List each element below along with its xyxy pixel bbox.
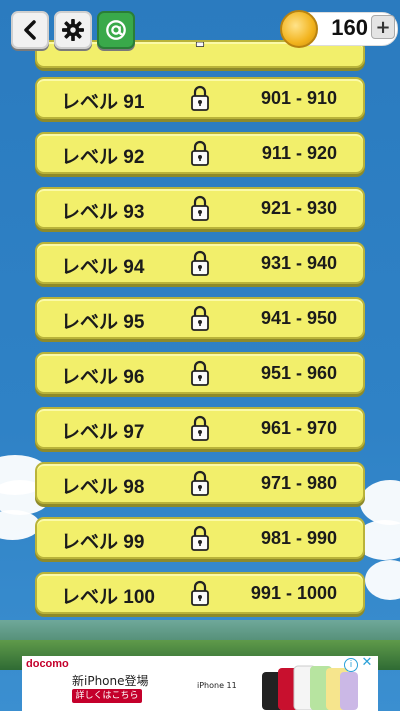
level-row[interactable]: レベル 98 971 - 980 xyxy=(35,462,365,504)
level-name: レベル 93 xyxy=(61,202,145,223)
level-row[interactable]: レベル 94 931 - 940 xyxy=(35,242,365,284)
level-row[interactable]: レベル 100 991 - 1000 xyxy=(35,572,365,614)
level-row[interactable]: レベル 92 911 - 920 xyxy=(35,132,365,174)
back-button[interactable] xyxy=(11,11,49,49)
level-name: レベル 100 xyxy=(61,587,155,608)
gear-icon xyxy=(62,19,84,41)
level-range: 991 - 1000 xyxy=(250,583,337,603)
level-row[interactable]: レベル 96 951 - 960 xyxy=(35,352,365,394)
level-name: レベル 92 xyxy=(61,147,145,168)
lock-icon xyxy=(191,305,209,331)
settings-button[interactable] xyxy=(54,11,92,49)
at-icon xyxy=(106,20,126,40)
level-row[interactable]: レベル 95 941 - 950 xyxy=(35,297,365,339)
lock-icon xyxy=(191,140,209,166)
level-name: レベル 95 xyxy=(61,312,145,333)
level-range: 971 - 980 xyxy=(260,473,337,493)
ad-headline: 新iPhone登場 xyxy=(72,674,149,688)
level-row[interactable]: レベル 93 921 - 930 xyxy=(35,187,365,229)
ad-banner[interactable]: docomo 新iPhone登場 詳しくはこちら iPhone 11 i ✕ xyxy=(22,656,378,711)
level-name: レベル 94 xyxy=(61,257,145,278)
coin-count: 160 xyxy=(331,15,368,40)
level-row[interactable]: レベル 99 981 - 990 xyxy=(35,517,365,559)
level-range: 981 - 990 xyxy=(260,528,337,548)
info-icon[interactable]: i xyxy=(344,658,358,672)
level-range: 961 - 970 xyxy=(260,418,337,438)
lock-icon xyxy=(191,195,209,221)
chevron-left-icon xyxy=(24,20,36,40)
lock-icon xyxy=(191,525,209,551)
level-name: レベル 97 xyxy=(61,422,145,443)
level-row[interactable]: レベル 91 901 - 910 xyxy=(35,77,365,119)
level-name: レベル 96 xyxy=(61,367,145,388)
coin-icon xyxy=(280,10,318,48)
lock-icon xyxy=(191,85,209,111)
lock-icon xyxy=(191,470,209,496)
lock-icon xyxy=(191,580,209,606)
level-name: レベル 91 xyxy=(61,92,145,113)
level-range: 911 - 920 xyxy=(261,143,337,163)
ad-product: iPhone 11 xyxy=(197,681,237,690)
add-coins-button[interactable]: + xyxy=(371,15,395,39)
level-range: 951 - 960 xyxy=(260,363,337,383)
lock-icon xyxy=(191,250,209,276)
close-icon[interactable]: ✕ xyxy=(360,656,374,670)
level-range: 931 - 940 xyxy=(260,253,337,273)
level-row[interactable]: レベル 97 961 - 970 xyxy=(35,407,365,449)
ad-cta-button[interactable]: 詳しくはこちら xyxy=(72,689,142,703)
lock-icon xyxy=(191,415,209,441)
top-bar: 160 + xyxy=(0,0,400,52)
level-list[interactable]: レベル 91 901 - 910 レベル 92 911 - 920 レベル 93 921 … xyxy=(0,0,400,660)
share-button[interactable] xyxy=(97,11,135,49)
lock-icon xyxy=(191,360,209,386)
level-name: レベル 98 xyxy=(61,477,145,498)
level-range: 901 - 910 xyxy=(260,88,337,108)
level-name: レベル 99 xyxy=(61,532,145,553)
level-range: 921 - 930 xyxy=(260,198,337,218)
level-range: 941 - 950 xyxy=(260,308,337,328)
ad-brand: docomo xyxy=(26,658,69,670)
